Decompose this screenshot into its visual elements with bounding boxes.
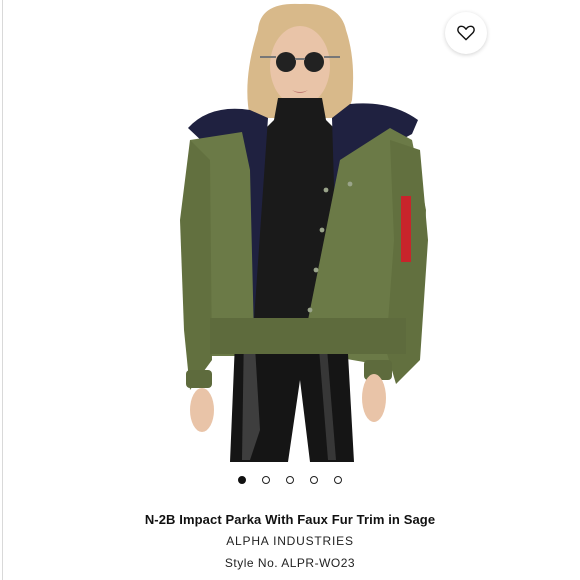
gallery-dot[interactable]	[238, 476, 246, 484]
waistband	[210, 318, 406, 354]
style-number: Style No. ALPR-WO23	[224, 556, 356, 570]
hand-right	[362, 374, 386, 422]
cuff-left	[186, 370, 212, 388]
gallery-dot[interactable]	[334, 476, 342, 484]
sleeve-tag	[401, 196, 411, 262]
heart-outline-icon	[457, 25, 475, 41]
gallery-dot[interactable]	[310, 476, 318, 484]
hand-left	[190, 388, 214, 432]
brand-name[interactable]: ALPHA INDUSTRIES	[0, 534, 580, 548]
edge-divider	[2, 0, 3, 580]
product-page: N-2B Impact Parka With Faux Fur Trim in …	[0, 0, 580, 580]
product-image[interactable]	[150, 0, 440, 462]
gallery-dot[interactable]	[262, 476, 270, 484]
product-title: N-2B Impact Parka With Faux Fur Trim in …	[144, 512, 436, 527]
sleeve-left	[180, 140, 212, 390]
gallery-dot[interactable]	[286, 476, 294, 484]
favorite-button[interactable]	[445, 12, 487, 54]
gallery-dots	[0, 476, 580, 484]
